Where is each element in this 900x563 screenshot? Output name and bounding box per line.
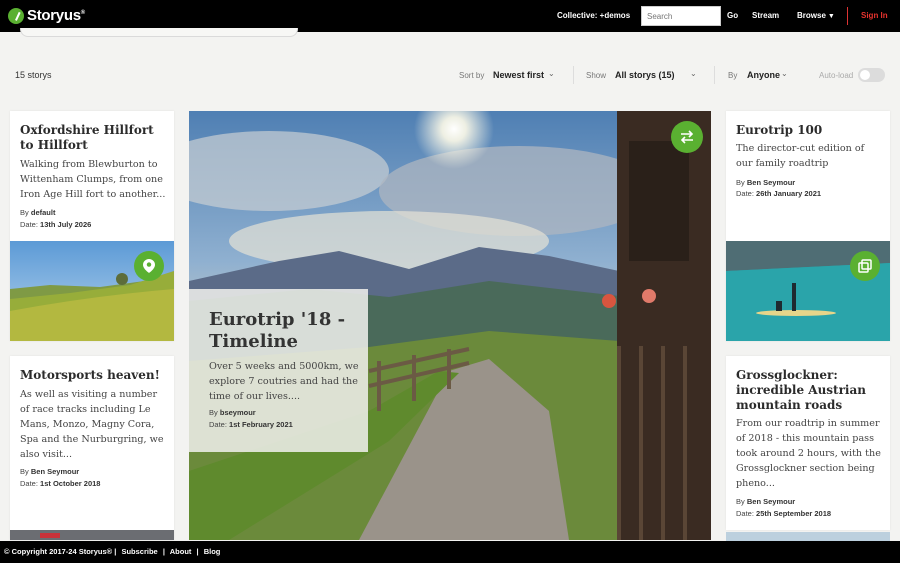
story-thumbnail[interactable] — [10, 530, 174, 540]
footer-link-subscribe[interactable]: Subscribe — [121, 547, 157, 556]
sort-label: Sort by — [459, 71, 485, 80]
gallery-icon[interactable] — [850, 251, 880, 281]
footer-separator: | — [196, 547, 199, 556]
story-card[interactable]: Oxfordshire Hillfort to Hillfort Walking… — [10, 111, 174, 341]
by-label: By — [728, 71, 738, 80]
storyus-logo-icon — [8, 7, 24, 24]
brand-registered-mark: ® — [80, 10, 85, 16]
stream-link[interactable]: Stream — [752, 11, 779, 20]
story-date: Date: 26th January 2021 — [736, 189, 822, 198]
map-pin-icon[interactable] — [134, 251, 164, 281]
story-date: Date: 25th September 2018 — [736, 509, 832, 518]
story-author: By default — [20, 208, 56, 217]
autoload-label: Auto-load — [819, 71, 854, 80]
search-input[interactable] — [641, 6, 721, 26]
collapsed-panel-edge — [20, 28, 298, 37]
story-title[interactable]: Motorsports heaven! — [20, 368, 166, 383]
storyus-logo[interactable]: Storyus® — [8, 7, 85, 24]
show-select[interactable]: All storys (15) — [615, 70, 675, 80]
story-author: By Ben Seymour — [736, 497, 796, 506]
autoload-toggle[interactable] — [858, 68, 885, 82]
timeline-icon[interactable] — [671, 121, 703, 153]
chevron-down-icon: ⌄ — [548, 69, 555, 78]
story-title[interactable]: Grossglockner: incredible Austrian mount… — [736, 368, 882, 413]
featured-story-date: Date: 1st February 2021 — [209, 420, 293, 429]
story-card-partial[interactable] — [726, 532, 890, 541]
featured-story-overlay: Eurotrip '18 - Timeline Over 5 weeks and… — [189, 289, 368, 452]
story-thumbnail[interactable] — [726, 241, 890, 341]
story-description: The director-cut edition of our family r… — [736, 143, 865, 169]
story-description: From our roadtrip in summer of 2018 - th… — [736, 418, 881, 489]
filter-divider — [714, 66, 715, 84]
story-card[interactable]: Motorsports heaven! As well as visiting … — [10, 356, 174, 540]
chevron-down-icon: ⌄ — [781, 69, 788, 78]
featured-story-author: By bseymour — [209, 408, 256, 417]
filter-divider — [573, 66, 574, 84]
story-title[interactable]: Oxfordshire Hillfort to Hillfort — [20, 123, 166, 153]
story-description: As well as visiting a number of race tra… — [20, 389, 164, 460]
story-description: Walking from Blewburton to Wittenham Clu… — [20, 159, 166, 200]
footer-link-about[interactable]: About — [170, 547, 192, 556]
footer: © Copyright 2017-24 Storyus® | Subscribe… — [0, 541, 900, 563]
collective-link[interactable]: Collective: +demos — [557, 11, 630, 20]
featured-story-description: Over 5 weeks and 5000km, we explore 7 co… — [209, 361, 359, 402]
footer-separator: | — [162, 547, 165, 556]
story-card[interactable]: Eurotrip 100 The director-cut edition of… — [726, 111, 890, 341]
story-author: By Ben Seymour — [20, 467, 80, 476]
caret-down-icon: ▼ — [827, 13, 835, 20]
story-thumbnail[interactable] — [10, 241, 174, 341]
story-date: Date: 1st October 2018 — [20, 479, 101, 488]
copyright-text: © Copyright 2017-24 Storyus® | — [4, 547, 117, 556]
chevron-down-icon: ⌄ — [690, 69, 697, 78]
sign-in-link[interactable]: Sign In — [861, 11, 888, 20]
story-date: Date: 13th July 2026 — [20, 220, 92, 229]
brand-name: Storyus — [27, 7, 81, 24]
header-divider — [847, 7, 848, 25]
featured-story-title[interactable]: Eurotrip '18 - Timeline — [209, 309, 359, 353]
go-button[interactable]: Go — [727, 11, 738, 20]
show-label: Show — [586, 71, 607, 80]
browse-menu[interactable]: Browse ▼ — [797, 11, 835, 20]
sort-select[interactable]: Newest first — [493, 70, 544, 80]
author-select[interactable]: Anyone — [747, 70, 780, 80]
story-count: 15 storys — [15, 70, 52, 80]
story-title[interactable]: Eurotrip 100 — [736, 123, 882, 138]
browse-label: Browse — [797, 11, 826, 20]
story-card[interactable]: Grossglockner: incredible Austrian mount… — [726, 356, 890, 530]
featured-story[interactable]: Eurotrip '18 - Timeline Over 5 weeks and… — [189, 111, 711, 540]
footer-link-blog[interactable]: Blog — [204, 547, 221, 556]
